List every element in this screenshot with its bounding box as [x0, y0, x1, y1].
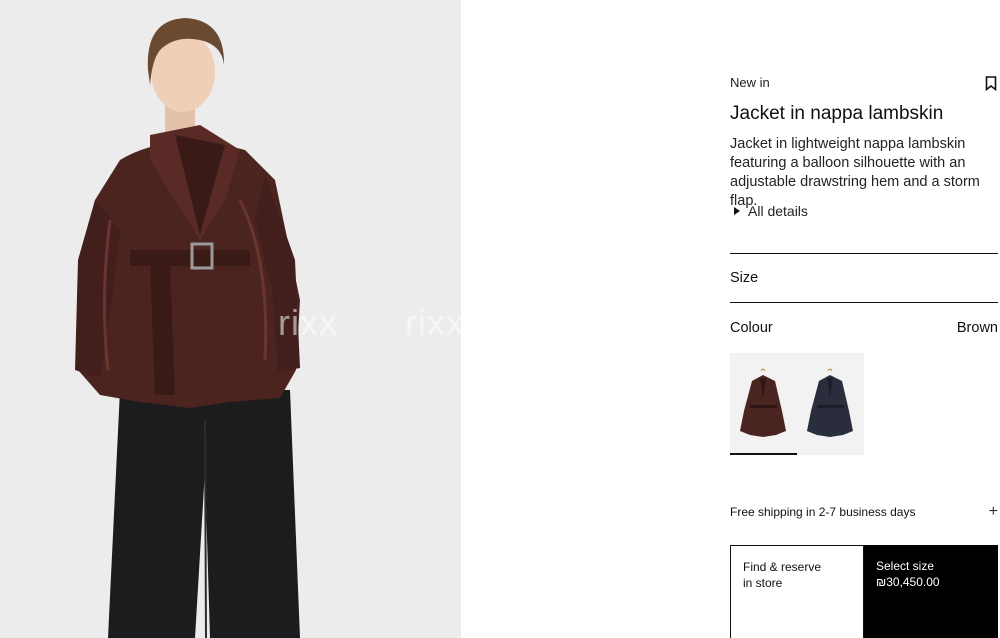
- bookmark-icon[interactable]: [985, 76, 997, 91]
- swatch-navy[interactable]: [797, 353, 864, 455]
- product-info-panel: New in Jacket in nappa lambskin Jacket i…: [730, 0, 998, 638]
- all-details-label: All details: [748, 203, 808, 219]
- plus-icon: +: [988, 503, 998, 520]
- product-title: Jacket in nappa lambskin: [730, 103, 944, 124]
- find-reserve-in-store-button[interactable]: Find & reserve in store: [730, 545, 864, 638]
- swatch-brown[interactable]: [730, 353, 797, 455]
- watermark: rixx: [405, 302, 461, 343]
- triangle-right-icon: [734, 207, 740, 215]
- colour-label: Colour: [730, 320, 773, 336]
- select-size-label: Select size: [876, 559, 935, 573]
- store-line-2: in store: [743, 576, 783, 590]
- watermark: rixx: [278, 302, 338, 343]
- divider: [730, 253, 998, 254]
- store-line-1: Find & reserve: [743, 560, 822, 574]
- all-details-toggle[interactable]: All details: [734, 203, 808, 219]
- product-image[interactable]: rixx rixx: [0, 0, 461, 638]
- jacket-thumbnail-navy: [807, 368, 853, 437]
- jacket-thumbnail-brown: [740, 368, 786, 437]
- shipping-info-row[interactable]: Free shipping in 2-7 business days +: [730, 503, 998, 520]
- select-size-button[interactable]: Select size ₪30,450.00: [864, 545, 998, 638]
- product-description: Jacket in lightweight nappa lambskin fea…: [730, 136, 980, 209]
- colour-row: Colour Brown: [730, 320, 998, 336]
- price: ₪30,450.00: [876, 575, 940, 589]
- shipping-label: Free shipping in 2-7 business days: [730, 505, 916, 519]
- new-in-badge: New in: [730, 75, 770, 90]
- size-selector[interactable]: Size: [730, 270, 998, 286]
- divider: [730, 302, 998, 303]
- model-illustration: [75, 18, 300, 638]
- selected-colour: Brown: [956, 320, 998, 336]
- size-label: Size: [730, 270, 759, 286]
